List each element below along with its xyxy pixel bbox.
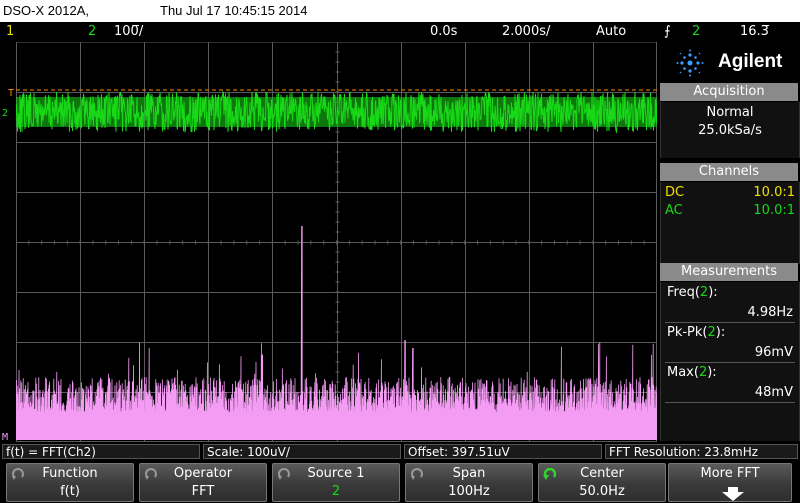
- divider: [665, 322, 795, 323]
- channels-header: Channels: [660, 163, 798, 181]
- operator-softkey[interactable]: Operator FFT: [139, 463, 267, 502]
- status-bar: 1 2 100̅/ 0.0s 2.000s/ Auto ⨍ 2 16.3̅: [0, 22, 800, 42]
- more-fft-softkey[interactable]: More FFT: [668, 463, 792, 502]
- softkey-value: 100Hz: [448, 484, 490, 499]
- math-info-bar: f(t) = FFT(Ch2) Scale: 100uV/ Offset: 39…: [0, 443, 800, 461]
- ch2-coupling: AC: [665, 203, 683, 218]
- ch1-coupling: DC: [665, 185, 685, 200]
- time-delay[interactable]: 0.0s: [430, 24, 457, 39]
- divider: [665, 362, 795, 363]
- softkey-value: 50.0Hz: [579, 484, 625, 499]
- meas-max-label: Max(2):: [667, 365, 717, 380]
- acquisition-section: Normal 25.0kSa/s: [660, 102, 800, 158]
- brand-logo: Agilent: [660, 45, 798, 81]
- ch1-label[interactable]: 1: [6, 24, 14, 39]
- softkey-title: Operator: [173, 466, 233, 481]
- math-ground-marker[interactable]: M: [2, 432, 8, 443]
- softkey-title: Function: [42, 466, 98, 481]
- center-softkey[interactable]: Center 50.0Hz: [538, 463, 666, 502]
- softkey-title: Span: [452, 466, 486, 481]
- side-panel: Agilent Acquisition Normal 25.0kSa/s Cha…: [658, 42, 800, 442]
- trigger-edge-icon: ⨍: [664, 24, 671, 39]
- function-softkey[interactable]: Function f(t): [6, 463, 134, 502]
- meas-pkpk-label: Pk-Pk(2):: [667, 325, 726, 340]
- meas-pkpk-value: 96mV: [754, 345, 793, 360]
- trigger-source[interactable]: 2: [692, 24, 700, 39]
- trigger-level[interactable]: 16.3̅: [740, 24, 769, 39]
- ch1-probe: 10.0:1: [753, 185, 795, 200]
- softkey-value: f(t): [60, 484, 80, 499]
- brand-name: Agilent: [718, 51, 783, 72]
- sample-rate: 25.0kSa/s: [698, 123, 762, 138]
- softkey-title: Center: [580, 466, 624, 481]
- source1-softkey[interactable]: Source 1 2: [272, 463, 400, 502]
- softkey-title: More FFT: [700, 466, 760, 481]
- channel-row-2: AC 10.0:1: [661, 202, 799, 220]
- datetime: Thu Jul 17 10:45:15 2014: [160, 3, 308, 18]
- softkey-bar: Function f(t) Operator FFT Source 1 2 Sp…: [0, 462, 800, 503]
- waveform-display[interactable]: [16, 42, 657, 442]
- fft-resolution-info: FFT Resolution: 23.8mHz: [605, 444, 798, 459]
- spark-icon: [676, 49, 704, 77]
- divider: [665, 402, 795, 403]
- ch2-scale[interactable]: 100̅/: [114, 24, 143, 39]
- graticule: [16, 42, 657, 442]
- ch2-label[interactable]: 2: [88, 24, 96, 39]
- meas-max-value: 48mV: [754, 385, 793, 400]
- softkey-value: 2: [331, 484, 341, 499]
- acquisition-header: Acquisition: [660, 83, 798, 101]
- math-offset-info: Offset: 397.51uV: [404, 444, 602, 459]
- trigger-mode[interactable]: Auto: [596, 24, 626, 39]
- channel-row-1: DC 10.0:1: [661, 184, 799, 202]
- time-scale[interactable]: 2.000s/: [502, 24, 550, 39]
- meas-freq-value: 4.98Hz: [747, 305, 793, 320]
- arrow-down-icon: [722, 487, 744, 501]
- trigger-level-marker[interactable]: T: [8, 88, 14, 99]
- acquisition-mode: Normal: [706, 105, 754, 120]
- measurements-header: Measurements: [660, 263, 798, 281]
- span-softkey[interactable]: Span 100Hz: [405, 463, 533, 502]
- title-bar: DSO-X 2012A, Thu Jul 17 10:45:15 2014: [0, 0, 800, 22]
- meas-freq-label: Freq(2):: [667, 285, 718, 300]
- math-function-info: f(t) = FFT(Ch2): [2, 444, 200, 459]
- softkey-title: Source 1: [307, 466, 365, 481]
- math-scale-info: Scale: 100uV/: [203, 444, 401, 459]
- instrument-model: DSO-X 2012A,: [3, 3, 89, 18]
- measurements-section: Freq(2): 4.98Hz Pk-Pk(2): 96mV Max(2): 4…: [660, 282, 800, 441]
- ch2-probe: 10.0:1: [753, 203, 795, 218]
- ch2-ground-marker[interactable]: 2: [2, 108, 8, 119]
- softkey-value: FFT: [191, 484, 215, 499]
- channels-section: DC 10.0:1 AC 10.0:1: [660, 182, 800, 264]
